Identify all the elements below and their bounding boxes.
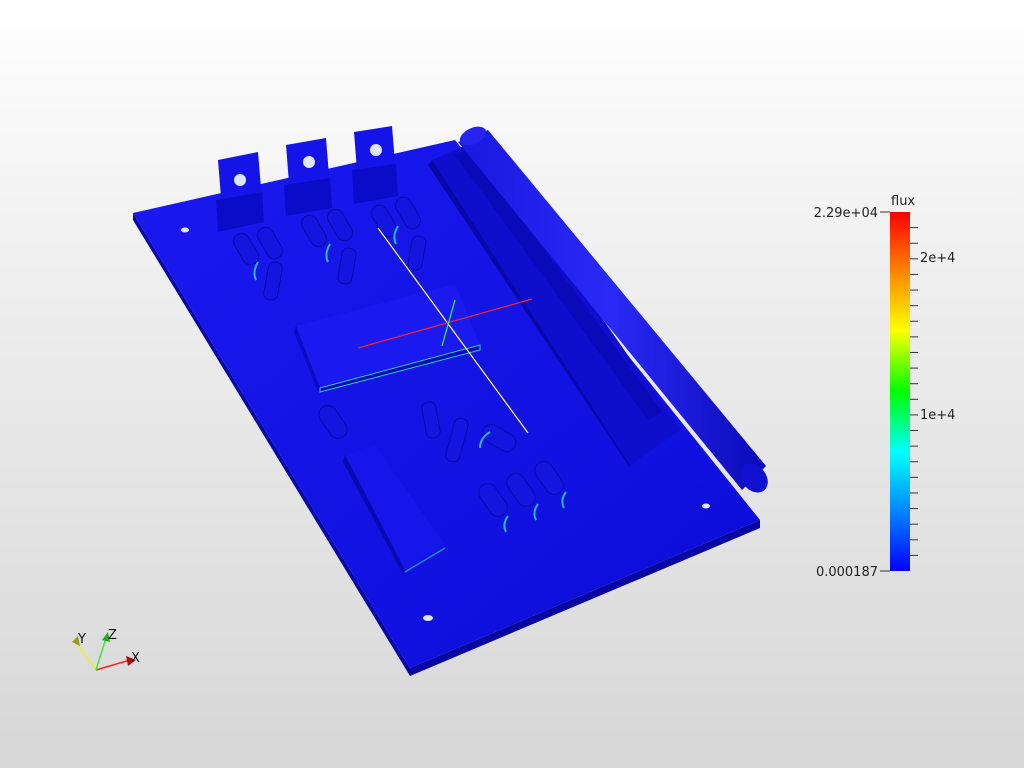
transistor-tab	[216, 152, 264, 232]
colorbar-tick-label: 2e+4	[920, 251, 955, 266]
colorbar-max-label: 2.29e+04	[814, 206, 878, 221]
colorbar-gradient	[890, 212, 910, 571]
mounting-hole	[181, 227, 189, 233]
orientation-axes: X Y Z	[72, 628, 140, 671]
colorbar-title: flux	[891, 194, 915, 209]
z-axis-line	[95, 637, 107, 671]
mounting-hole	[423, 615, 433, 621]
mounting-hole	[702, 503, 710, 509]
colorbar-ticks	[910, 227, 918, 556]
pcb-board-model[interactable]	[133, 123, 773, 676]
colorbar-tick-label: 1e+4	[920, 408, 955, 423]
transistor-tab	[284, 138, 332, 216]
transistor-tab	[352, 126, 398, 204]
y-axis-label: Y	[77, 632, 86, 647]
color-legend: flux 2.29e+04 0.000187 2e+4 1e+4	[814, 194, 956, 580]
colorbar-min-label: 0.000187	[816, 565, 878, 580]
x-axis-line	[95, 659, 131, 671]
render-viewport[interactable]: flux 2.29e+04 0.000187 2e+4 1e+4 X Y Z	[0, 0, 1024, 768]
x-axis-label: X	[131, 651, 140, 666]
z-axis-label: Z	[108, 628, 117, 643]
